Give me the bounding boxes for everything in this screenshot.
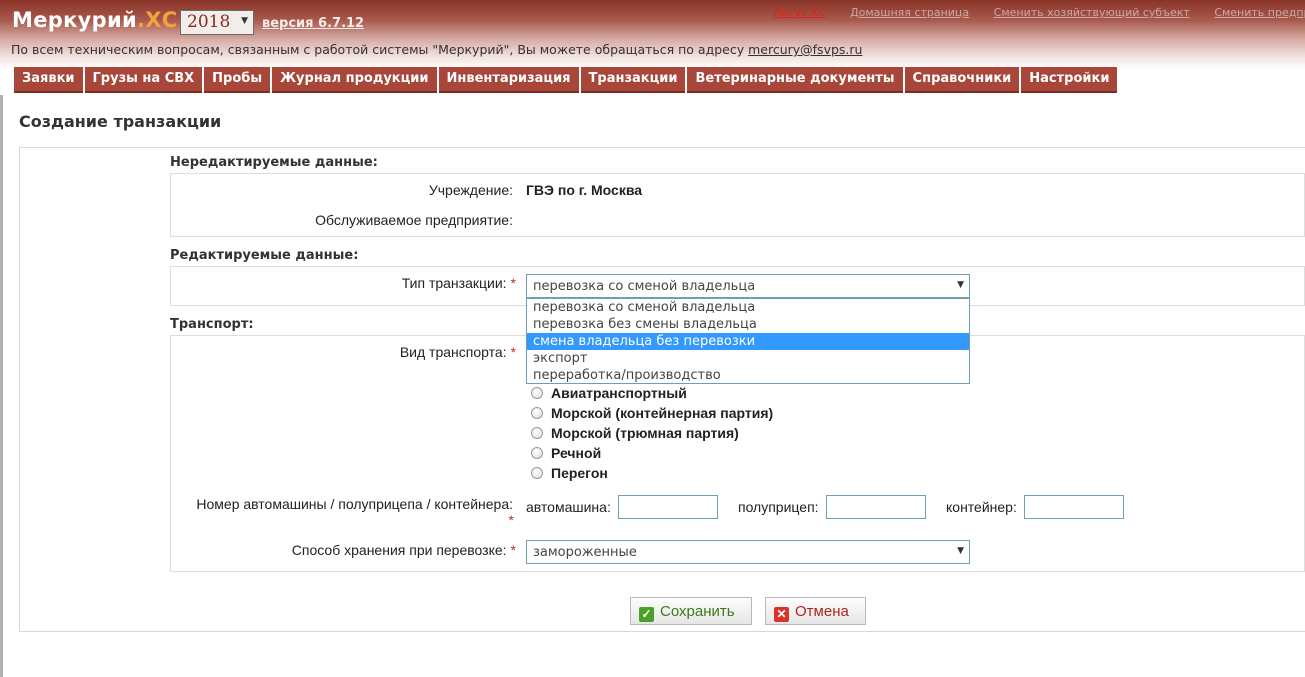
radio-button[interactable]	[531, 467, 543, 479]
storage-method-value: замороженные	[533, 545, 637, 560]
nav-tab-settings[interactable]: Настройки	[1021, 67, 1118, 93]
container-number-input[interactable]	[1024, 495, 1124, 519]
institution-value: ГВЭ по г. Москва	[526, 182, 643, 198]
radio-button[interactable]	[531, 447, 543, 459]
chevron-down-icon: ▼	[957, 546, 964, 556]
chevron-down-icon: ▼	[241, 16, 248, 26]
chevron-down-icon: ▼	[957, 280, 964, 290]
editable-section-title: Редактируемые данные:	[170, 248, 359, 263]
top-links: Аргус.ХС Домашняя страница Сменить хозяй…	[774, 6, 1305, 19]
transaction-type-label: Тип транзакции: *	[401, 275, 516, 291]
transport-type-label: Вид транспорта: *	[399, 344, 516, 360]
car-number-input[interactable]	[618, 495, 718, 519]
link-change-subject[interactable]: Сменить хозяйствующий субъект	[994, 6, 1190, 19]
vehicle-number-label: Номер автомашины / полуприцепа / контейн…	[196, 496, 513, 512]
nav-tab-requests[interactable]: Заявки	[14, 67, 83, 93]
transaction-type-select[interactable]: перевозка со сменой владельца ▼	[526, 274, 970, 298]
nav-tab-references[interactable]: Справочники	[904, 67, 1020, 93]
dropdown-option[interactable]: переработка/производство	[527, 367, 969, 384]
link-change-enterprise[interactable]: Сменить предпр	[1214, 6, 1305, 19]
transaction-type-dropdown[interactable]: перевозка со сменой владельца перевозка …	[526, 298, 970, 384]
version-link[interactable]: версия 6.7.12	[262, 16, 364, 31]
year-select[interactable]: 2018 ▼	[180, 10, 254, 35]
support-email-link[interactable]: mercury@fsvps.ru	[748, 42, 862, 57]
radio-button[interactable]	[531, 427, 543, 439]
transport-section-title: Транспорт:	[170, 317, 254, 332]
app-logo[interactable]: Меркурий.ХС	[12, 8, 177, 32]
nav-tab-svh-cargo[interactable]: Грузы на СВХ	[84, 67, 203, 93]
container-label: контейнер:	[946, 499, 1017, 515]
radio-button[interactable]	[531, 407, 543, 419]
main-nav: Заявки Грузы на СВХ Пробы Журнал продукц…	[14, 67, 1119, 93]
dropdown-option[interactable]: перевозка со сменой владельца	[527, 299, 969, 316]
car-label: автомашина:	[526, 499, 611, 515]
link-home[interactable]: Домашняя страница	[850, 6, 969, 19]
nav-tab-transactions[interactable]: Транзакции	[580, 67, 686, 93]
storage-method-select[interactable]: замороженные ▼	[526, 540, 970, 564]
year-value: 2018	[187, 12, 231, 32]
trailer-label: полуприцеп:	[738, 499, 819, 515]
enterprise-label: Обслуживаемое предприятие:	[315, 212, 513, 228]
close-icon: ✕	[774, 607, 789, 622]
cancel-button[interactable]: ✕ Отмена	[765, 597, 866, 625]
page-title: Создание транзакции	[19, 112, 222, 131]
nav-tab-samples[interactable]: Пробы	[204, 67, 271, 93]
nav-tab-inventory[interactable]: Инвентаризация	[438, 67, 579, 93]
save-button[interactable]: ✓ Сохранить	[630, 597, 752, 625]
window-left-border	[0, 0, 3, 677]
non-editable-section-title: Нередактируемые данные:	[170, 155, 378, 170]
support-notice: По всем техническим вопросам, связанным …	[11, 42, 863, 57]
dropdown-option[interactable]: перевозка без смены владельца	[527, 316, 969, 333]
checkmark-icon: ✓	[639, 607, 654, 622]
nav-tab-product-journal[interactable]: Журнал продукции	[272, 67, 437, 93]
vehicle-number-required: *	[508, 512, 514, 528]
transaction-type-value: перевозка со сменой владельца	[533, 279, 756, 294]
dropdown-option[interactable]: экспорт	[527, 350, 969, 367]
dropdown-option-highlighted[interactable]: смена владельца без перевозки	[527, 333, 969, 350]
radio-button[interactable]	[531, 387, 543, 399]
storage-method-label: Способ хранения при перевозке: *	[291, 542, 516, 558]
trailer-number-input[interactable]	[826, 495, 926, 519]
link-argus[interactable]: Аргус.ХС	[774, 6, 826, 19]
institution-label: Учреждение:	[428, 182, 513, 198]
nav-tab-vet-documents[interactable]: Ветеринарные документы	[687, 67, 903, 93]
